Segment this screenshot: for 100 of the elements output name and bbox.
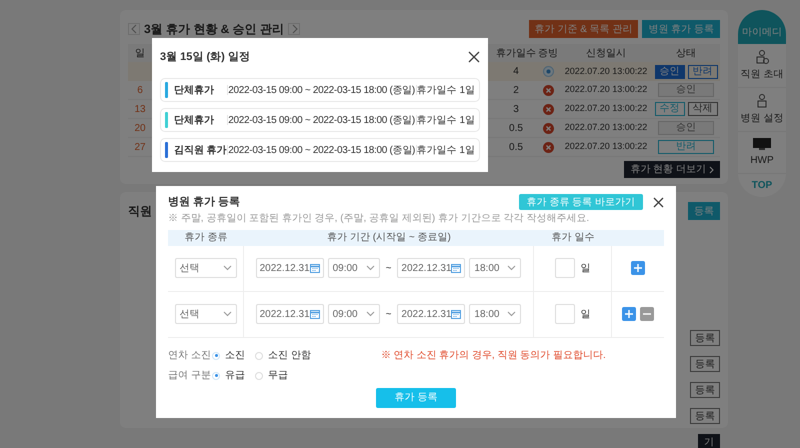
more-button[interactable]: 휴가 현황 더보기 bbox=[624, 161, 720, 178]
select-field[interactable]: 09:00 bbox=[328, 258, 380, 278]
radio-button[interactable] bbox=[212, 352, 220, 360]
modal-title: 병원 휴가 등록 bbox=[168, 195, 240, 210]
column-header: 휴가 일수 bbox=[550, 231, 596, 245]
radio-button[interactable] bbox=[255, 352, 263, 360]
table-cell-text: 2 bbox=[512, 84, 520, 98]
quick-menu-item[interactable]: 병원 설정 bbox=[738, 88, 786, 132]
table-cell-text: 2022.07.20 13:00:22 bbox=[564, 121, 648, 134]
unit-text: 일 bbox=[580, 308, 590, 322]
select-field[interactable]: 선택 bbox=[174, 258, 236, 278]
register-button[interactable]: 등록 bbox=[690, 408, 720, 424]
calendar-icon bbox=[310, 263, 320, 273]
notice-text: ※ 주말, 공휴일이 포함된 휴가인 경우, (주말, 공휴일 제외된) 휴가 기간으로 각각 작성해주세요. bbox=[168, 212, 590, 226]
no-proof-icon bbox=[542, 142, 554, 152]
no-proof-icon bbox=[542, 104, 554, 114]
column-header: 신청일시 bbox=[585, 46, 627, 60]
radio-button[interactable] bbox=[255, 372, 263, 380]
close-icon bbox=[653, 196, 664, 208]
calendar-icon bbox=[451, 263, 462, 273]
column-header: 증빙 bbox=[537, 46, 559, 60]
register-button[interactable]: 등록 bbox=[690, 382, 720, 398]
date-field[interactable]: 2022.12.31 bbox=[397, 304, 466, 324]
table-cell-text: 0.5 bbox=[508, 140, 524, 154]
remove-row-button[interactable] bbox=[640, 307, 654, 321]
column-header: 휴가 종류 bbox=[184, 231, 228, 245]
schedule-item[interactable]: 김직원 휴가 2022-03-15 09:00 ~ 2022-03-15 18:00 (종일) 휴가일수 1일 bbox=[160, 138, 480, 162]
calendar-icon bbox=[451, 309, 462, 319]
column-header: 휴가일수 bbox=[496, 46, 536, 60]
add-row-button[interactable] bbox=[631, 261, 645, 275]
chevron-down-icon bbox=[507, 311, 516, 317]
person-icon bbox=[754, 49, 770, 65]
day-number: 6 bbox=[136, 84, 144, 98]
panel-title: 3월 휴가 현황 & 승인 관리 bbox=[144, 21, 284, 38]
chevron-right-icon bbox=[709, 166, 714, 174]
no-proof-icon bbox=[542, 122, 554, 134]
status-button[interactable]: 승인 bbox=[658, 121, 714, 135]
close-button[interactable] bbox=[468, 51, 480, 63]
chevron-down-icon bbox=[222, 311, 232, 317]
unit-text: 일 bbox=[580, 262, 590, 276]
warning-text: ※ 연차 소진 휴가의 경우, 직원 동의가 필요합니다. bbox=[380, 349, 606, 363]
chevron-left-icon bbox=[130, 24, 138, 34]
radio-option[interactable]: 무급 bbox=[255, 368, 288, 383]
day-number: 27 bbox=[133, 140, 147, 154]
schedule-item[interactable]: 단체휴가 2022-03-15 09:00 ~ 2022-03-15 18:00 (종일) 휴가일수 1일 bbox=[160, 78, 480, 102]
radio-option[interactable]: 소진 안함 bbox=[255, 348, 311, 363]
column-header: 일 bbox=[134, 46, 146, 60]
quick-menu-item[interactable]: 직원 초대 bbox=[738, 44, 786, 88]
select-field[interactable]: 18:00 bbox=[469, 304, 522, 324]
column-header: 상태 bbox=[675, 46, 697, 60]
select-field[interactable]: 09:00 bbox=[328, 304, 380, 324]
select-field[interactable]: 선택 bbox=[174, 304, 236, 324]
table-cell-text: 2022.07.20 13:00:22 bbox=[564, 83, 648, 96]
calendar-icon bbox=[310, 309, 320, 319]
radio-button[interactable] bbox=[212, 372, 220, 380]
option-label: 급여 구분 bbox=[168, 369, 212, 383]
chevron-down-icon bbox=[507, 265, 516, 271]
attachment-icon bbox=[542, 66, 554, 77]
date-field[interactable]: 2022.12.31 bbox=[397, 258, 466, 278]
plus-icon bbox=[625, 310, 633, 318]
register-button[interactable]: 등록 bbox=[690, 330, 720, 346]
chevron-down-icon bbox=[366, 311, 375, 317]
status-button[interactable]: 삭제 bbox=[688, 102, 718, 116]
radio-option[interactable]: 유급 bbox=[212, 368, 245, 383]
table-cell-text: 0.5 bbox=[508, 122, 524, 136]
chevron-down-icon bbox=[222, 265, 232, 271]
quick-menu-item[interactable]: HWP bbox=[738, 132, 786, 174]
select-field[interactable]: 18:00 bbox=[469, 258, 522, 278]
add-row-button[interactable] bbox=[622, 307, 636, 321]
date-field[interactable]: 2022.12.31 bbox=[256, 304, 324, 324]
day-number: 13 bbox=[133, 102, 147, 116]
day-number: 20 bbox=[133, 122, 147, 136]
table-cell-text: 2022.07.20 13:00:22 bbox=[564, 64, 648, 78]
option-label: 연차 소진 bbox=[168, 349, 212, 363]
tilde-text: ~ bbox=[386, 262, 392, 276]
quick-menu-header: 마이메디 bbox=[738, 10, 786, 44]
modal-title: 3월 15일 (화) 일정 bbox=[160, 50, 250, 65]
table-cell-text: 2022.07.20 13:00:22 bbox=[564, 140, 648, 154]
status-button[interactable]: 승인 bbox=[658, 83, 714, 97]
date-field[interactable]: 2022.12.31 bbox=[256, 258, 324, 278]
monitor-icon bbox=[752, 137, 772, 151]
register-button[interactable]: 등록 bbox=[690, 356, 720, 372]
column-header: 휴가 기간 (시작일 ~ 종료일) bbox=[326, 231, 452, 245]
more-button[interactable]: 기 bbox=[698, 434, 720, 448]
table-cell-text: 2022.07.20 13:00:22 bbox=[564, 102, 648, 116]
plus-icon bbox=[634, 264, 642, 272]
status-button[interactable]: 반려 bbox=[688, 64, 718, 78]
schedule-item[interactable]: 단체휴가 2022-03-15 09:00 ~ 2022-03-15 18:00 (종일) 휴가일수 1일 bbox=[160, 108, 480, 132]
no-proof-icon bbox=[542, 84, 554, 96]
previous-month-button[interactable] bbox=[128, 23, 140, 35]
header-button[interactable]: 휴가 기준 & 목록 관리 bbox=[528, 20, 638, 38]
radio-option[interactable]: 소진 bbox=[212, 348, 245, 363]
chevron-right-icon bbox=[290, 24, 298, 34]
tilde-text: ~ bbox=[386, 308, 392, 322]
days-input[interactable] bbox=[554, 304, 574, 324]
close-button[interactable] bbox=[653, 196, 664, 208]
table-cell-text: 4 bbox=[512, 65, 520, 79]
next-month-button[interactable] bbox=[288, 23, 300, 35]
days-input[interactable] bbox=[554, 258, 574, 278]
status-button[interactable]: 승인 bbox=[654, 64, 684, 78]
